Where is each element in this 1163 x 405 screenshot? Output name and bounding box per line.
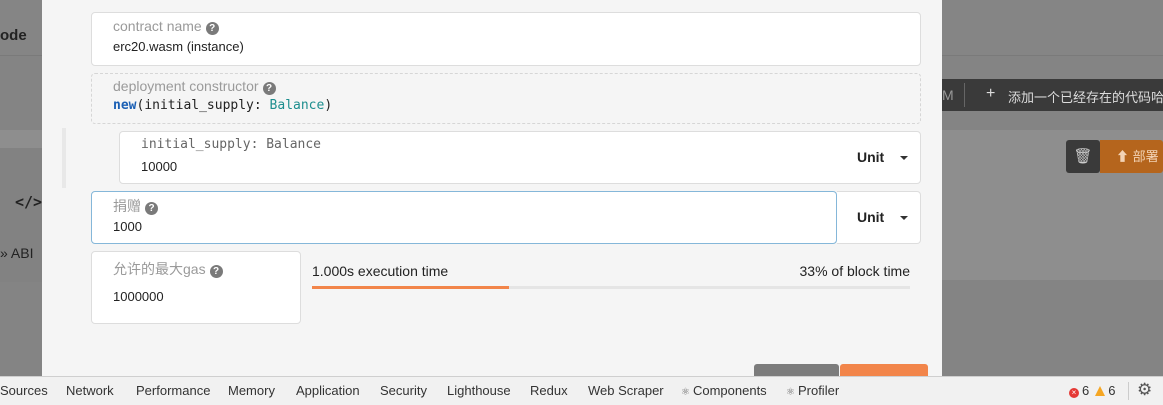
execution-progress-bar	[312, 286, 910, 289]
react-icon: ⚛	[786, 387, 795, 398]
contract-name-field[interactable]: contract name? erc20.wasm (instance)	[91, 12, 921, 66]
warning-icon	[1095, 386, 1106, 396]
react-icon: ⚛	[681, 387, 690, 398]
devtools-tab-lighthouse[interactable]: Lighthouse	[447, 383, 511, 398]
gear-icon[interactable]: ⚙	[1137, 380, 1152, 400]
devtools-tab-label: Performance	[136, 383, 211, 398]
endowment-unit-select[interactable]: Unit	[837, 191, 921, 244]
deploy-modal: contract name? erc20.wasm (instance) dep…	[42, 0, 942, 376]
background-deploy-button[interactable]: ⬆ 部署	[1100, 140, 1163, 173]
devtools-tab-label: Sources	[0, 383, 48, 398]
divider	[964, 83, 965, 107]
constructor-field[interactable]: deployment constructor? new(initial_supp…	[91, 73, 921, 124]
devtools-tab-label: Components	[692, 383, 767, 398]
devtools-tab-security[interactable]: Security	[380, 383, 427, 398]
trash-icon[interactable]: 🗑	[1066, 140, 1100, 173]
block-time-label: 33% of block time	[799, 263, 911, 279]
initial-supply-unit-select[interactable]: Unit	[857, 149, 884, 165]
devtools-tab-sources[interactable]: Sources	[0, 383, 48, 398]
max-gas-value: 1000000	[113, 289, 164, 304]
devtools-tab-components[interactable]: ⚛ Components	[681, 383, 767, 398]
endowment-value: 1000	[113, 219, 142, 234]
help-icon[interactable]: ?	[205, 22, 219, 35]
devtools-tab-memory[interactable]: Memory	[228, 383, 275, 398]
initial-supply-value: 10000	[141, 159, 178, 174]
devtools-tab-label: Memory	[228, 383, 275, 398]
double-chevron-icon: »	[0, 245, 8, 261]
execution-time-label: 1.000s execution time	[312, 263, 449, 279]
initial-supply-field[interactable]: initial_supply: Balance 10000 Unit	[119, 131, 921, 184]
cancel-button[interactable]	[754, 364, 839, 376]
constructor-param: initial_supply:	[144, 98, 262, 113]
background-abi-label: » ABI	[0, 245, 34, 261]
devtools-tab-redux[interactable]: Redux	[530, 383, 568, 398]
console-status[interactable]: × 6 6	[1069, 383, 1115, 398]
code-icon: </>	[15, 193, 43, 211]
constructor-type: Balance	[269, 98, 325, 113]
execution-progress-fill	[312, 286, 510, 289]
constructor-fn: new	[113, 98, 137, 113]
background-code-label: ode	[0, 27, 27, 44]
add-bar-prefix: M	[942, 87, 954, 103]
contract-name-value: erc20.wasm (instance)	[113, 39, 244, 54]
devtools-tab-performance[interactable]: Performance	[136, 383, 210, 398]
contract-name-label: contract name?	[113, 18, 219, 35]
constructor-close: )	[324, 98, 333, 113]
devtools-tab-web-scraper[interactable]: Web Scraper	[588, 383, 664, 398]
endowment-label: 捐赠?	[113, 196, 158, 216]
devtools-tab-profiler[interactable]: ⚛ Profiler	[786, 383, 839, 398]
devtools-tab-label: Application	[296, 383, 360, 398]
max-gas-label: 允许的最大gas?	[113, 259, 223, 279]
devtools-tab-label: Lighthouse	[447, 383, 511, 398]
upload-icon: ⬆	[1116, 149, 1130, 164]
devtools-tab-label: Network	[66, 383, 114, 398]
add-existing-code-label: 添加一个已经存在的代码哈	[1008, 90, 1163, 105]
endowment-input[interactable]: 捐赠? 1000	[91, 191, 837, 244]
add-existing-code-button[interactable]: M + 添加一个已经存在的代码哈	[942, 79, 1163, 111]
chevron-down-icon[interactable]	[900, 156, 908, 160]
chevron-down-icon	[900, 216, 908, 220]
devtools-tab-label: Web Scraper	[588, 383, 664, 398]
error-icon: ×	[1069, 388, 1079, 398]
devtools-tab-label: Redux	[530, 383, 568, 398]
help-icon[interactable]: ?	[262, 82, 276, 95]
endowment-unit-label: Unit	[857, 209, 885, 225]
help-icon[interactable]: ?	[145, 202, 158, 215]
deploy-button[interactable]	[840, 364, 928, 376]
error-count: 6	[1082, 383, 1090, 398]
devtools-tab-network[interactable]: Network	[66, 383, 114, 398]
param-indent-bar	[62, 128, 66, 188]
devtools-tab-application[interactable]: Application	[296, 383, 360, 398]
divider	[1128, 382, 1129, 400]
constructor-label: deployment constructor?	[113, 78, 276, 95]
initial-supply-label: initial_supply: Balance	[141, 137, 322, 152]
devtools-bar: Sources Network Performance Memory Applicati…	[0, 376, 1163, 405]
warning-count: 6	[1108, 383, 1116, 398]
max-gas-field[interactable]: 允许的最大gas? 1000000	[91, 251, 301, 324]
constructor-signature: new(initial_supply: Balance)	[113, 98, 333, 113]
devtools-tab-label: Profiler	[797, 383, 840, 398]
help-icon[interactable]: ?	[209, 265, 223, 278]
devtools-tab-label: Security	[380, 383, 427, 398]
plus-icon: +	[986, 85, 996, 102]
